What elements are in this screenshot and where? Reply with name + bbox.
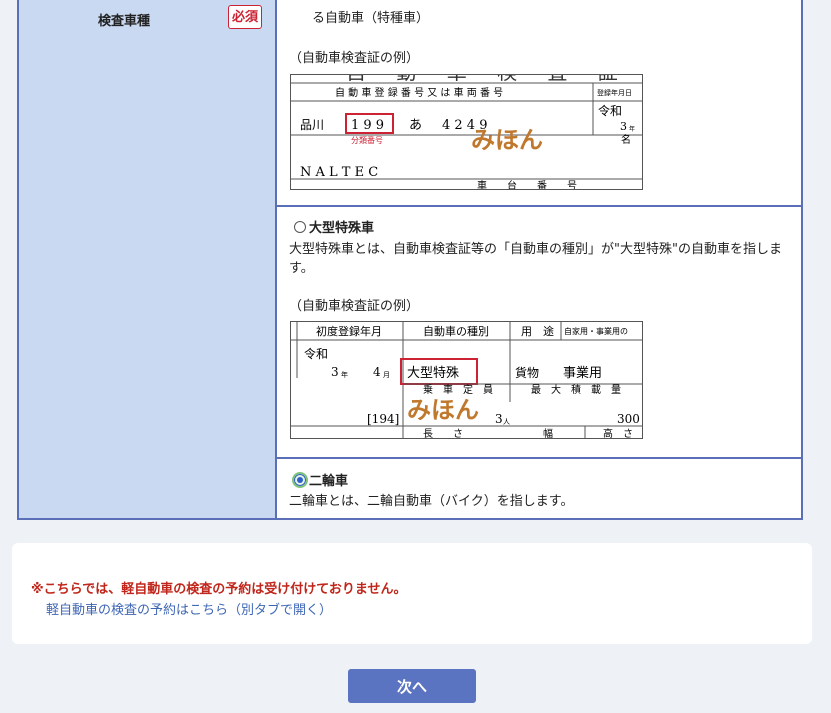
vehicle-type-form-row: 検査車種 必須 る自動車（特種車） （自動車検査証の例） 自 動 車 検 査 証… bbox=[17, 0, 803, 520]
option-motorcycle-label[interactable]: 二輪車 bbox=[309, 470, 348, 489]
cert-era: 令和 bbox=[598, 103, 622, 118]
cert-owner: N A L T E C bbox=[300, 165, 378, 180]
cert2-business: 事業用 bbox=[563, 365, 602, 381]
cert-plate-area: 品川 bbox=[300, 118, 324, 132]
cert-name-label: 名 bbox=[621, 133, 631, 146]
cert2-col3: 用 途 bbox=[521, 324, 554, 338]
cert2-length: 長 さ bbox=[423, 428, 463, 438]
option-motorcycle-cell: 二輪車 二輪車とは、二輪自動車（バイク）を指します。 bbox=[277, 459, 801, 520]
cert-footer: 車 台 番 号 bbox=[477, 179, 577, 189]
cert-right-header: 登録年月日 bbox=[597, 88, 632, 97]
radio-large-special[interactable] bbox=[294, 220, 306, 233]
cert2-year: 3 bbox=[331, 365, 339, 379]
cert2-use: 貨物 bbox=[515, 365, 539, 380]
cert-watermark: みほん bbox=[471, 126, 543, 154]
kei-car-reservation-link[interactable]: 軽自動車の検査の予約はこちら（別タブで開く） bbox=[46, 599, 332, 618]
cert2-persons-unit: 人 bbox=[503, 418, 510, 426]
option-large-special-cell: 大型特殊車 大型特殊車とは、自動車検査証等の「自動車の種別」が"大型特殊"の自動… bbox=[277, 207, 801, 459]
option-special-example-caption: （自動車検査証の例） bbox=[289, 51, 420, 66]
option-motorcycle-description: 二輪車とは、二輪自動車（バイク）を指します。 bbox=[289, 494, 574, 509]
cert2-max-load-label: 最 大 積 載 量 bbox=[531, 383, 621, 396]
cert2-load-value: 300 bbox=[617, 412, 640, 426]
cert2-height: 高 さ bbox=[603, 427, 633, 438]
cert2-era: 令和 bbox=[304, 346, 328, 361]
special-cert-example-image: 自 動 車 検 査 証 自 動 車 登 録 番 号 又 は 車 両 番 号 登録… bbox=[290, 74, 643, 190]
cert-plate-class: 1 9 9 bbox=[351, 118, 384, 133]
cert2-month-unit: 月 bbox=[383, 371, 390, 379]
cert-header: 自 動 車 登 録 番 号 又 は 車 両 番 号 bbox=[335, 86, 503, 99]
radio-motorcycle[interactable] bbox=[292, 471, 308, 488]
option-large-special-row[interactable]: 大型特殊車 bbox=[294, 217, 374, 236]
large-cert-example-image: 初度登録年月 自動車の種別 用 途 自家用・事業用の 令和 3 年 4 月 大型… bbox=[290, 321, 643, 439]
required-badge: 必須 bbox=[228, 5, 262, 29]
notice-box: ※こちらでは、軽自動車の検査の予約は受け付けておりません。 軽自動車の検査の予約… bbox=[12, 543, 812, 644]
cert2-col1: 初度登録年月 bbox=[316, 324, 382, 338]
vehicle-type-label: 検査車種 bbox=[98, 14, 151, 29]
option-large-example-caption: （自動車検査証の例） bbox=[289, 299, 420, 314]
cert2-col2: 自動車の種別 bbox=[423, 324, 489, 338]
cert2-kind: 大型特殊 bbox=[407, 366, 459, 381]
option-special-cell: る自動車（特種車） （自動車検査証の例） 自 動 車 検 査 証 自 動 車 登… bbox=[277, 0, 801, 207]
vehicle-type-label-cell: 検査車種 必須 bbox=[19, 0, 277, 518]
cert2-capacity-label: 乗 車 定 員 bbox=[423, 383, 493, 396]
cert2-col4: 自家用・事業用の bbox=[564, 326, 628, 336]
cert2-watermark: みほん bbox=[407, 396, 479, 424]
cert2-width: 幅 bbox=[543, 427, 553, 438]
cert-era-year: 3 bbox=[620, 120, 627, 133]
cert-year-unit: 年 bbox=[629, 125, 635, 133]
option-motorcycle-row[interactable]: 二輪車 bbox=[292, 470, 348, 489]
option-large-special-description: 大型特殊車とは、自動車検査証等の「自動車の種別」が"大型特殊"の自動車を指します… bbox=[289, 242, 782, 276]
cert2-persons: 3 bbox=[495, 412, 503, 426]
cert2-code: [194] bbox=[367, 412, 399, 426]
kei-car-warning: ※こちらでは、軽自動車の検査の予約は受け付けておりません。 bbox=[31, 582, 407, 597]
cert2-year-unit: 年 bbox=[341, 370, 348, 379]
option-large-special-label[interactable]: 大型特殊車 bbox=[309, 217, 374, 236]
cert-plate-kana: あ bbox=[409, 118, 422, 133]
option-special-desc-tail: る自動車（特種車） bbox=[312, 11, 430, 26]
next-button[interactable]: 次へ bbox=[348, 669, 476, 703]
cert2-month: 4 bbox=[373, 365, 381, 379]
cert-class-note: 分類番号 bbox=[351, 135, 383, 145]
